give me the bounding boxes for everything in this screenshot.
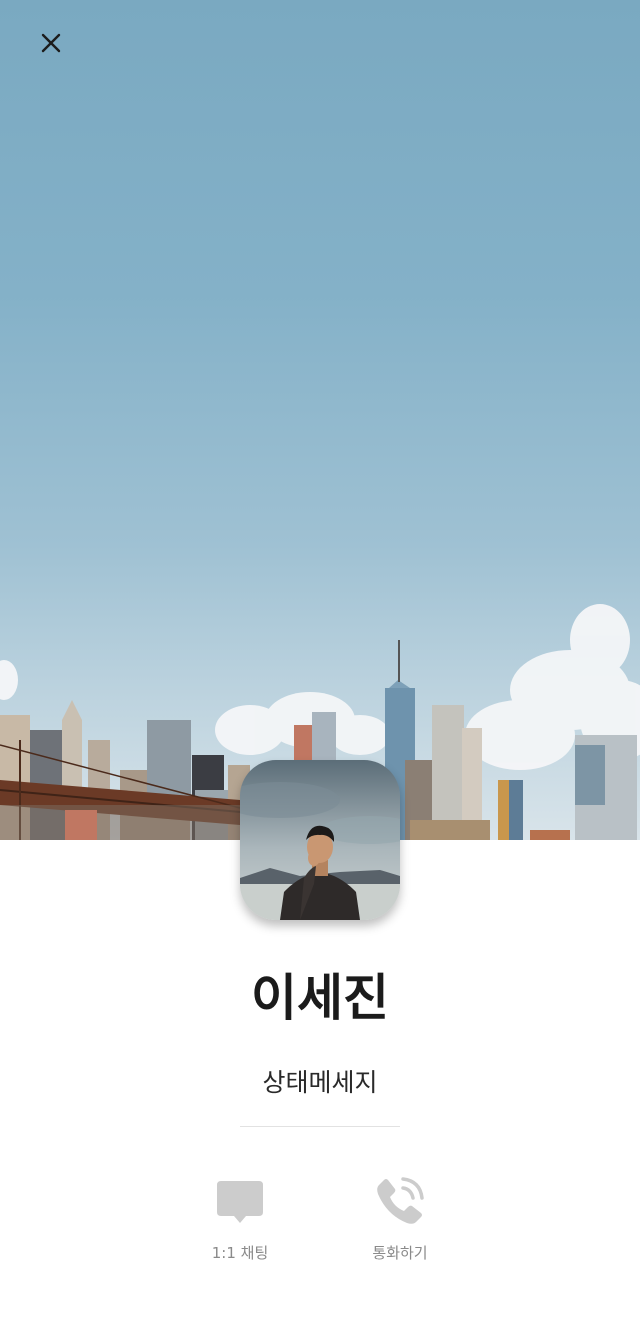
close-icon [41, 33, 61, 53]
chat-bubble-icon [217, 1181, 263, 1223]
status-message[interactable]: 상태메세지 [0, 1063, 640, 1099]
divider [240, 1126, 400, 1127]
skyline-illustration [0, 604, 640, 840]
cover-background-image [0, 0, 640, 840]
chat-button[interactable]: 1:1 채팅 [170, 1176, 310, 1263]
profile-photo [240, 760, 400, 920]
call-button[interactable]: 통화하기 [330, 1176, 470, 1263]
chat-button-label: 1:1 채팅 [211, 1244, 269, 1262]
call-button-label: 통화하기 [372, 1244, 428, 1262]
phone-call-icon [377, 1177, 424, 1224]
avatar[interactable] [240, 760, 400, 920]
profile-name: 이세진 [251, 969, 389, 1027]
close-button[interactable] [40, 32, 80, 72]
